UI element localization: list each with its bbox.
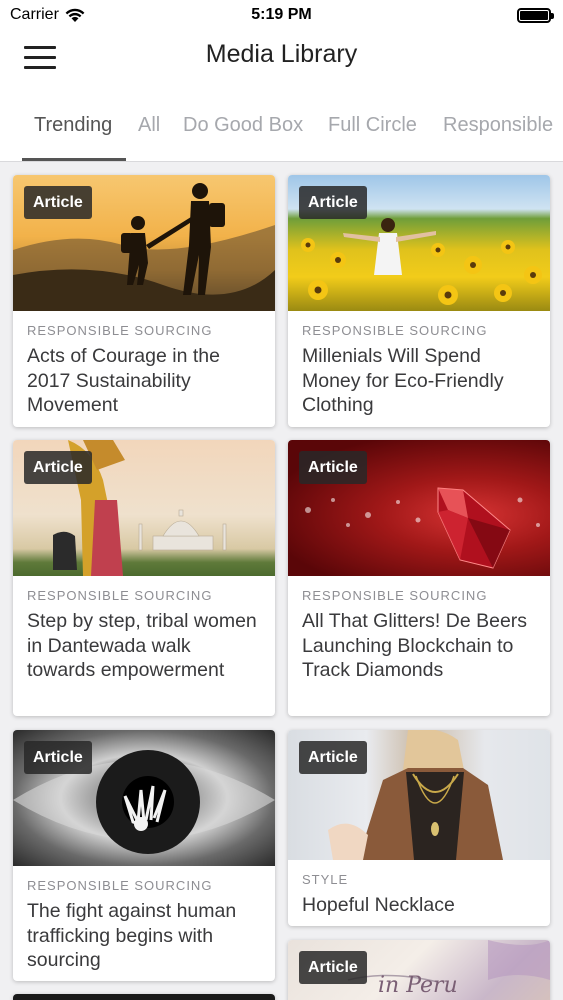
navigation-bar: Media Library bbox=[0, 30, 563, 86]
tab-trending[interactable]: Trending bbox=[34, 114, 112, 137]
card-title: Acts of Courage in the 2017 Sustainabili… bbox=[27, 345, 220, 416]
card-body: RESPONSIBLE SOURCING Acts of Courage in … bbox=[13, 311, 275, 427]
article-card[interactable]: Article RESPONSIBLE SOURCING Step by ste… bbox=[13, 440, 275, 716]
card-category: RESPONSIBLE SOURCING bbox=[27, 323, 213, 338]
card-body: RESPONSIBLE SOURCING The fight against h… bbox=[13, 866, 275, 981]
wifi-icon bbox=[65, 8, 85, 22]
necklace-image: Article bbox=[288, 730, 550, 860]
article-badge: Article bbox=[24, 741, 92, 774]
category-tabs: Trending All Do Good Box Full Circle Res… bbox=[0, 86, 563, 162]
card-title: The fight against human trafficking begi… bbox=[27, 900, 237, 971]
card-category: RESPONSIBLE SOURCING bbox=[302, 588, 488, 603]
article-badge: Article bbox=[299, 186, 367, 219]
card-category: STYLE bbox=[302, 872, 349, 887]
battery-icon bbox=[517, 7, 554, 23]
tab-do-good-box[interactable]: Do Good Box bbox=[183, 114, 303, 137]
status-left: Carrier bbox=[10, 6, 85, 24]
media-library-screen: Carrier 5:19 PM Media Library Trending A… bbox=[0, 0, 563, 1000]
card-category: RESPONSIBLE SOURCING bbox=[27, 588, 213, 603]
card-body: RESPONSIBLE SOURCING Millenials Will Spe… bbox=[288, 311, 550, 427]
article-badge: Article bbox=[24, 186, 92, 219]
card-body: RESPONSIBLE SOURCING All That Glitters! … bbox=[288, 576, 550, 695]
eye-with-hand-image: Article bbox=[13, 730, 275, 866]
article-badge: Article bbox=[299, 951, 367, 984]
tab-full-circle[interactable]: Full Circle bbox=[328, 114, 417, 137]
card-category: RESPONSIBLE SOURCING bbox=[302, 323, 488, 338]
card-body: RESPONSIBLE SOURCING Step by step, triba… bbox=[13, 576, 275, 695]
article-badge: Article bbox=[299, 741, 367, 774]
article-card-peek[interactable] bbox=[13, 994, 275, 1000]
sunflower-field-image: Article bbox=[288, 175, 550, 311]
card-title: All That Glitters! De Beers Launching Bl… bbox=[302, 610, 528, 681]
taj-mahal-image: Article bbox=[13, 440, 275, 576]
status-bar: Carrier 5:19 PM bbox=[0, 0, 563, 30]
made-in-peru-image: in Peru Article bbox=[288, 940, 550, 1000]
tab-responsible[interactable]: Responsible bbox=[443, 114, 553, 137]
article-card[interactable]: Article STYLE Hopeful Necklace bbox=[288, 730, 550, 926]
page-title: Media Library bbox=[205, 40, 358, 68]
card-body: STYLE Hopeful Necklace bbox=[288, 860, 550, 926]
article-card[interactable]: Article RESPONSIBLE SOURCING Acts of Cou… bbox=[13, 175, 275, 427]
peru-script-text: in Peru bbox=[378, 973, 458, 998]
active-tab-indicator bbox=[22, 158, 126, 161]
card-title: Step by step, tribal women in Dantewada … bbox=[27, 610, 257, 681]
article-badge: Article bbox=[299, 451, 367, 484]
hikers-sunset-image: Article bbox=[13, 175, 275, 311]
card-title: Millenials Will Spend Money for Eco-Frie… bbox=[302, 345, 504, 416]
carrier-label: Carrier bbox=[10, 6, 59, 23]
tab-all[interactable]: All bbox=[138, 114, 160, 137]
article-card[interactable]: in Peru Article bbox=[288, 940, 550, 1000]
article-badge: Article bbox=[24, 451, 92, 484]
article-card[interactable]: Article RESPONSIBLE SOURCING The fight a… bbox=[13, 730, 275, 981]
article-card[interactable]: Article RESPONSIBLE SOURCING All That Gl… bbox=[288, 440, 550, 716]
article-card[interactable]: Article RESPONSIBLE SOURCING Millenials … bbox=[288, 175, 550, 427]
diamond-image: Article bbox=[288, 440, 550, 576]
card-category: RESPONSIBLE SOURCING bbox=[27, 878, 213, 893]
hamburger-menu-icon[interactable] bbox=[24, 42, 60, 72]
card-title: Hopeful Necklace bbox=[302, 894, 455, 916]
